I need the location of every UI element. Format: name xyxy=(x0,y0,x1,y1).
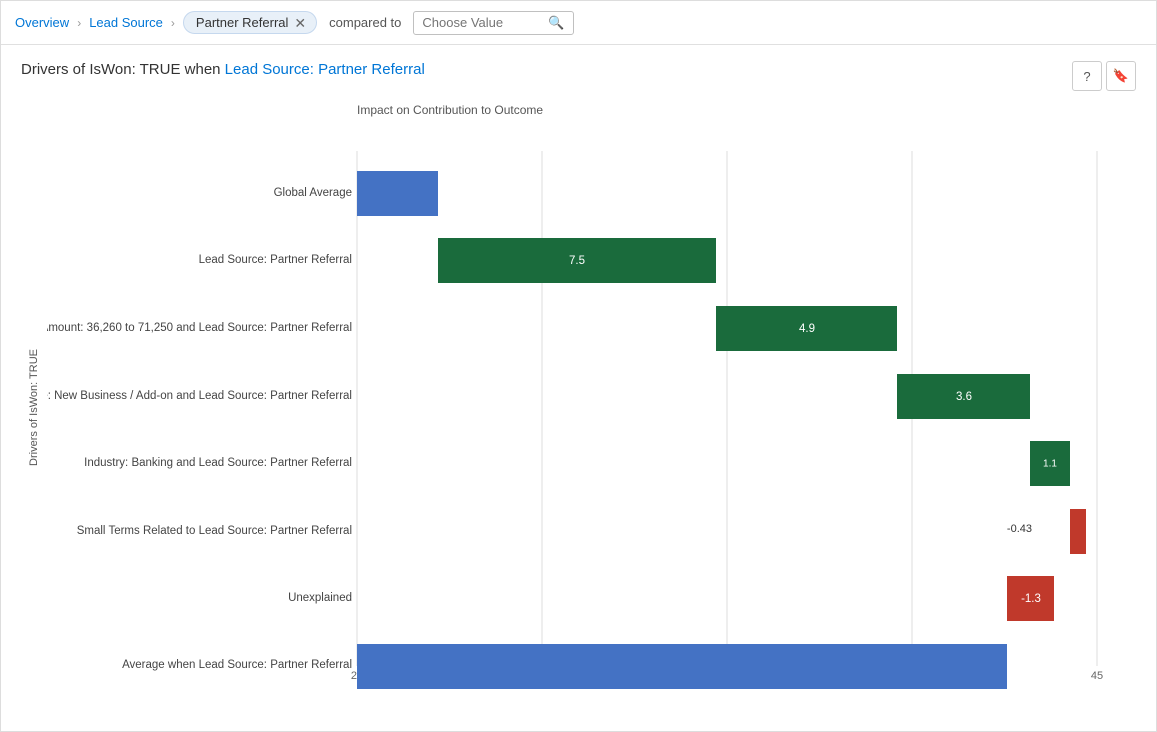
bar-label-unexplained: -1.3 xyxy=(1021,593,1041,605)
close-filter-icon[interactable]: ✕ xyxy=(294,16,306,30)
main-content: Drivers of IsWon: TRUE when Lead Source:… xyxy=(1,45,1156,727)
x-tick-45: 45 xyxy=(1091,670,1103,682)
filter-value-label: Partner Referral xyxy=(196,15,288,30)
chart-header: Drivers of IsWon: TRUE when Lead Source:… xyxy=(21,61,1136,91)
chart-title-highlight: Lead Source: Partner Referral xyxy=(225,61,425,78)
header-buttons: ? 🔖 xyxy=(1072,61,1136,91)
label-opp-type: Opportunity Type: New Business / Add-on … xyxy=(47,390,352,402)
bar-small-terms xyxy=(1070,509,1086,554)
chart-title-prefix: Drivers of IsWon: TRUE when xyxy=(21,61,225,78)
label-avg-when: Average when Lead Source: Partner Referr… xyxy=(122,659,352,671)
bar-label-small-terms: -0.43 xyxy=(1007,523,1032,535)
breadcrumb-sep-1: › xyxy=(77,16,81,30)
y-axis-label: Drivers of IsWon: TRUE xyxy=(28,349,40,466)
breadcrumb-filter-pill[interactable]: Partner Referral ✕ xyxy=(183,11,317,34)
label-industry: Industry: Banking and Lead Source: Partn… xyxy=(84,457,352,469)
bar-label-opp-type: 3.6 xyxy=(956,391,972,403)
label-global-avg: Global Average xyxy=(274,187,352,199)
bar-global-avg xyxy=(357,171,438,216)
breadcrumb-bar: Overview › Lead Source › Partner Referra… xyxy=(1,1,1156,45)
bar-label-amount: 4.9 xyxy=(799,323,815,335)
label-amount: Amount: 36,260 to 71,250 and Lead Source… xyxy=(47,322,352,334)
chart-title: Drivers of IsWon: TRUE when Lead Source:… xyxy=(21,61,425,78)
chart-area: Drivers of IsWon: TRUE Impact on Contrib… xyxy=(21,103,1136,711)
choose-value-input[interactable] xyxy=(422,15,542,30)
label-small-terms: Small Terms Related to Lead Source: Part… xyxy=(77,525,352,537)
search-icon: 🔍 xyxy=(548,15,564,31)
bar-label-lead-source: 7.5 xyxy=(569,255,585,267)
breadcrumb-overview[interactable]: Overview xyxy=(15,15,69,30)
bookmark-button[interactable]: 🔖 xyxy=(1106,61,1136,91)
bar-label-industry: 1.1 xyxy=(1043,459,1057,470)
x-axis-title: Impact on Contribution to Outcome xyxy=(357,103,1136,117)
choose-value-input-wrap[interactable]: 🔍 xyxy=(413,11,573,35)
chart-svg: 25 30 35 40 45 Global Average Lead xyxy=(47,121,1127,711)
help-button[interactable]: ? xyxy=(1072,61,1102,91)
label-unexplained: Unexplained xyxy=(288,592,352,604)
compared-to-label: compared to xyxy=(329,15,401,30)
main-container: Overview › Lead Source › Partner Referra… xyxy=(0,0,1157,732)
label-lead-source: Lead Source: Partner Referral xyxy=(199,254,352,266)
breadcrumb-lead-source[interactable]: Lead Source xyxy=(89,15,163,30)
bar-avg-when xyxy=(357,644,1007,689)
breadcrumb-sep-2: › xyxy=(171,16,175,30)
